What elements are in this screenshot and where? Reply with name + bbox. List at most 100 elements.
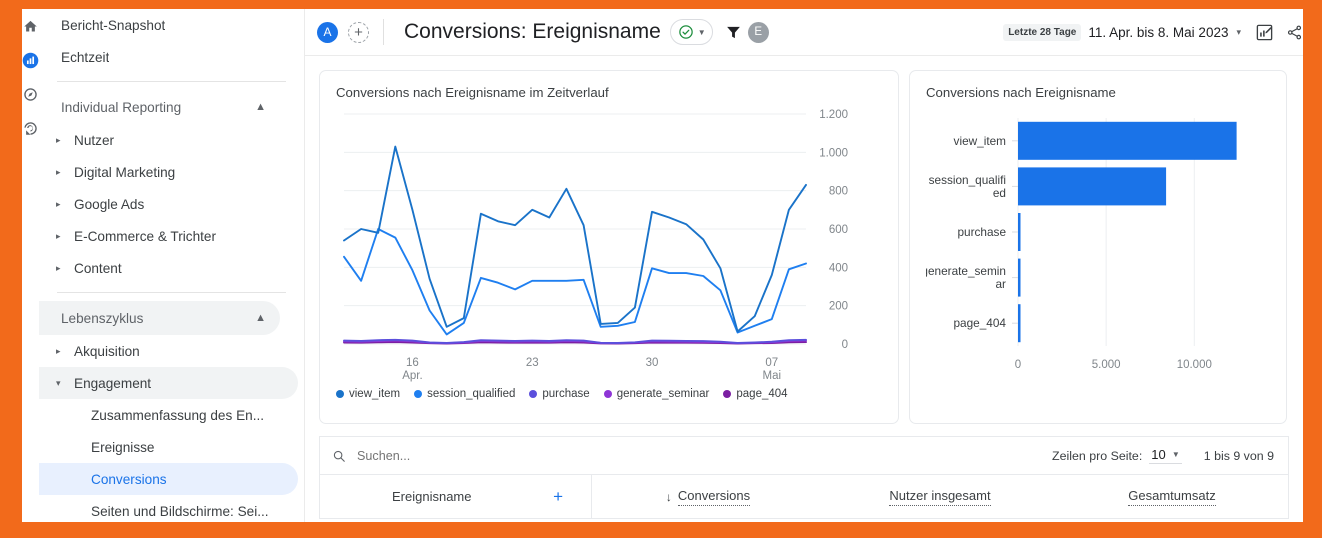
sidebar-item-label: Ereignisse [91, 439, 155, 455]
svg-text:page_404: page_404 [954, 316, 1007, 330]
column-header-conversions[interactable]: ↓ Conversions [592, 475, 824, 518]
legend-dot-icon [529, 390, 538, 398]
bar-chart[interactable]: 0 5.000 10.000 view_item session_qualifi ed pu… [926, 104, 1270, 394]
legend-label: purchase [542, 388, 590, 400]
svg-text:Apr.: Apr. [402, 370, 422, 382]
legend-item-view_item[interactable]: view_item [336, 388, 400, 400]
sidebar-group-lebenszyklus[interactable]: Lebenszyklus ▲ [39, 301, 280, 335]
customize-report-button[interactable] [1255, 23, 1274, 42]
svg-text:1.200: 1.200 [819, 109, 848, 121]
chevron-down-icon: ▼ [1171, 450, 1180, 459]
legend-item-session_qualified[interactable]: session_qualified [414, 388, 515, 400]
share-icon [1287, 25, 1302, 39]
app-header: A + Conversions: Ereignisname ▼ E Letzte… [305, 9, 1303, 56]
date-range-picker[interactable]: 11. Apr. bis 8. Mai 2023 [1088, 25, 1228, 40]
date-range-badge: Letzte 28 Tage [1003, 23, 1082, 41]
svg-text:07: 07 [765, 357, 778, 369]
svg-text:session_qualifi: session_qualifi [929, 173, 1006, 187]
legend-item-generate_seminar[interactable]: generate_seminar [603, 388, 709, 400]
svg-text:200: 200 [829, 301, 848, 313]
explore-icon[interactable] [22, 84, 39, 104]
column-header-ereignisname[interactable]: Ereignisname + [320, 475, 592, 518]
search-icon [333, 450, 345, 462]
sidebar-item-label: Akquisition [74, 343, 140, 359]
sidebar-item-conversions[interactable]: Conversions [39, 463, 298, 495]
chevron-down-icon[interactable]: ▾ [1236, 27, 1241, 38]
legend-dot-icon [603, 390, 612, 398]
sidebar-item-nutzer[interactable]: ▸ Nutzer [39, 124, 298, 156]
svg-text:0: 0 [1015, 359, 1021, 371]
add-dimension-button[interactable]: + [553, 488, 563, 505]
legend-item-page_404[interactable]: page_404 [723, 388, 788, 400]
data-table: Zeilen pro Seite: 10 ▼ 1 bis 9 von 9 Ere… [319, 436, 1289, 519]
filter-user-avatar[interactable]: E [747, 21, 769, 43]
edit-chart-icon [1256, 24, 1273, 40]
line-chart-card: Conversions nach Ereignisname im Zeitver… [319, 70, 899, 424]
avatar[interactable]: A [317, 21, 338, 43]
rows-per-page-value: 10 [1151, 447, 1166, 462]
filter-button[interactable] [725, 24, 742, 41]
sort-desc-icon: ↓ [665, 489, 672, 504]
report-content: Conversions nach Ereignisname im Zeitver… [305, 56, 1303, 522]
sidebar-item-engagement[interactable]: ▾ Engagement [39, 367, 298, 399]
column-header-nutzer-insgesamt[interactable]: Nutzer insgesamt [824, 475, 1056, 518]
sidebar-item-zusammenfassung[interactable]: Zusammenfassung des En... [39, 399, 298, 431]
sidebar-item-label: E-Commerce & Trichter [74, 228, 217, 244]
sidebar-item-ecommerce-trichter[interactable]: ▸ E-Commerce & Trichter [39, 220, 298, 252]
report-status-chip[interactable]: ▼ [669, 19, 713, 45]
sidebar-item-label: Zusammenfassung des En... [91, 407, 265, 423]
funnel-icon [726, 26, 740, 38]
chevron-down-icon: ▼ [697, 27, 706, 37]
svg-text:400: 400 [829, 262, 848, 274]
line-chart[interactable]: 0 200 400 600 800 1.000 1.200 16 Apr. 23 30 07 Mai [336, 104, 882, 386]
svg-text:view_item: view_item [954, 134, 1007, 148]
sidebar-item-ereignisse[interactable]: Ereignisse [39, 431, 298, 463]
add-comparison-button[interactable]: + [348, 21, 369, 43]
svg-text:purchase: purchase [957, 225, 1006, 239]
legend-label: session_qualified [427, 388, 516, 400]
legend-dot-icon [723, 390, 732, 398]
advertising-icon[interactable] [22, 118, 39, 138]
sidebar-item-label: Bericht-Snapshot [61, 17, 166, 33]
svg-text:16: 16 [406, 357, 419, 369]
sidebar-item-seiten-bildschirme[interactable]: Seiten und Bildschirme: Sei... [39, 495, 298, 522]
sidebar-item-label: Digital Marketing [74, 164, 176, 180]
svg-text:800: 800 [829, 186, 848, 198]
reports-icon[interactable] [22, 50, 39, 70]
column-header-gesamtumsatz[interactable]: Gesamtumsatz [1056, 475, 1288, 518]
home-icon[interactable] [22, 16, 39, 36]
sidebar-group-individual-reporting[interactable]: Individual Reporting ▲ [39, 90, 280, 124]
chevron-right-icon: ▸ [56, 198, 61, 209]
sidebar-item-digital-marketing[interactable]: ▸ Digital Marketing [39, 156, 298, 188]
legend-label: view_item [349, 388, 401, 400]
sidebar-item-content[interactable]: ▸ Content [39, 252, 298, 284]
search-input[interactable] [355, 447, 595, 464]
sidebar-item-bericht-snapshot[interactable]: Bericht-Snapshot [39, 9, 298, 41]
svg-text:10.000: 10.000 [1177, 359, 1212, 371]
bar-chart-card: Conversions nach Ereignisname 0 5.000 10.0… [909, 70, 1287, 424]
sidebar-item-label: Seiten und Bildschirme: Sei... [91, 503, 269, 519]
legend-label: page_404 [736, 388, 788, 400]
svg-text:0: 0 [842, 339, 848, 351]
svg-text:23: 23 [526, 357, 539, 369]
page-title: Conversions: Ereignisname [404, 20, 661, 43]
rows-per-page-select[interactable]: 10 ▼ [1149, 447, 1182, 464]
chart-cards: Conversions nach Ereignisname im Zeitver… [305, 56, 1303, 424]
line-chart-title: Conversions nach Ereignisname im Zeitver… [336, 85, 609, 100]
chevron-up-icon: ▲ [255, 312, 266, 324]
sidebar-item-label: Echtzeit [61, 49, 110, 65]
sidebar-item-echtzeit[interactable]: Echtzeit [39, 41, 298, 73]
column-label: Nutzer insgesamt [889, 488, 991, 506]
sidebar-item-google-ads[interactable]: ▸ Google Ads [39, 188, 298, 220]
svg-text:Mai: Mai [763, 370, 782, 382]
rows-per-page-label: Zeilen pro Seite: [1052, 448, 1143, 463]
legend-item-purchase[interactable]: purchase [529, 388, 590, 400]
chevron-down-icon: ▾ [56, 377, 61, 388]
sidebar-item-akquisition[interactable]: ▸ Akquisition [39, 335, 298, 367]
share-button[interactable] [1286, 24, 1303, 41]
sidebar-group-label: Individual Reporting [61, 99, 182, 115]
chevron-right-icon: ▸ [56, 345, 61, 356]
search-box[interactable] [320, 447, 1052, 464]
legend-dot-icon [414, 390, 423, 398]
column-label: Ereignisname [392, 489, 472, 504]
